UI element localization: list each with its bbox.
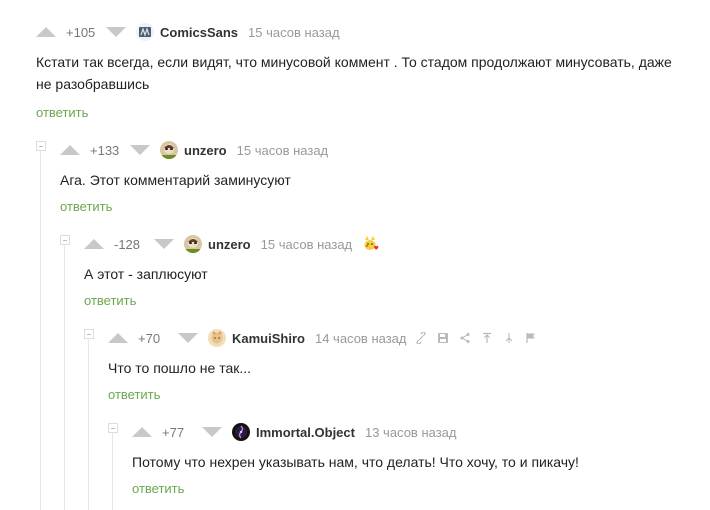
vote-up-button[interactable]	[36, 27, 56, 37]
username-link[interactable]: Immortal.Object	[256, 425, 355, 440]
save-icon[interactable]	[436, 332, 449, 345]
scroll-up-icon[interactable]	[480, 332, 493, 345]
comment-rating: +70	[138, 330, 161, 346]
comment-actions	[414, 332, 537, 345]
username-link[interactable]: KamuiShiro	[232, 331, 305, 346]
comment-rating: -128	[114, 236, 141, 252]
username-link[interactable]: unzero	[184, 143, 227, 158]
vote-up-button[interactable]	[108, 333, 128, 343]
comment-rating: +77	[162, 424, 185, 440]
comment-time[interactable]: 15 часов назад	[248, 25, 340, 40]
vote-down-button[interactable]	[202, 427, 222, 437]
comment-time[interactable]: 15 часов назад	[261, 237, 353, 252]
pikachu-heart-icon	[362, 235, 380, 253]
vote-up-button[interactable]	[84, 239, 104, 249]
reply-link[interactable]: ответить	[60, 199, 112, 214]
flag-icon[interactable]	[524, 332, 537, 345]
comment-rating: +105	[66, 24, 96, 40]
share-icon[interactable]	[458, 332, 471, 345]
avatar[interactable]	[208, 329, 226, 347]
comment-header: +105 ComicsSans 15 часов назад	[36, 20, 340, 44]
vote-down-button[interactable]	[106, 27, 126, 37]
comment-text-line: Кстати так всегда, если видят, что минус…	[36, 54, 672, 70]
comment-text: Что то пошло не так...	[108, 360, 252, 376]
avatar[interactable]	[232, 423, 250, 441]
vote-up-button[interactable]	[60, 145, 80, 155]
vote-down-button[interactable]	[130, 145, 150, 155]
username-link[interactable]: ComicsSans	[160, 25, 238, 40]
comment: +70 KamuiShiro 14 часов назад Что то пош…	[0, 326, 710, 416]
comment-text: Потому что нехрен указывать нам, что дел…	[132, 454, 579, 470]
comment-header: +70 KamuiShiro 14 часов назад	[108, 326, 537, 350]
comment-header: -128 unzero 15 часов назад	[84, 232, 380, 256]
comment-time[interactable]: 14 часов назад	[315, 331, 407, 346]
vote-down-button[interactable]	[178, 333, 198, 343]
comment-header: +77 Immortal.Object 13 часов назад	[132, 420, 456, 444]
comment-rating: +133	[90, 142, 120, 158]
comment-time[interactable]: 15 часов назад	[237, 143, 329, 158]
reply-link[interactable]: ответить	[36, 105, 88, 120]
avatar[interactable]	[136, 23, 154, 41]
reply-link[interactable]: ответить	[108, 387, 160, 402]
comment-time[interactable]: 13 часов назад	[365, 425, 457, 440]
reply-link[interactable]: ответить	[84, 293, 136, 308]
link-icon[interactable]	[414, 332, 427, 345]
comment: -128 unzero 15 часов назад А этот - запл…	[0, 232, 710, 322]
comment: +77 Immortal.Object 13 часов назад Потом…	[0, 420, 710, 510]
vote-down-button[interactable]	[154, 239, 174, 249]
comment: +105 ComicsSans 15 часов назад Кстати та…	[0, 20, 710, 130]
comment: +133 unzero 15 часов назад Ага. Этот ком…	[0, 138, 710, 228]
branch-icon[interactable]	[502, 332, 515, 345]
reply-link[interactable]: ответить	[132, 481, 184, 496]
comment-text: Кстати так всегда, если видят, что минус…	[36, 51, 696, 95]
comment-text: А этот - заплюсуют	[84, 266, 208, 282]
avatar[interactable]	[160, 141, 178, 159]
vote-up-button[interactable]	[132, 427, 152, 437]
avatar[interactable]	[184, 235, 202, 253]
comment-header: +133 unzero 15 часов назад	[60, 138, 328, 162]
comment-text-line: не разобравшись	[36, 76, 150, 92]
username-link[interactable]: unzero	[208, 237, 251, 252]
comment-text: Ага. Этот комментарий заминусуют	[60, 172, 291, 188]
